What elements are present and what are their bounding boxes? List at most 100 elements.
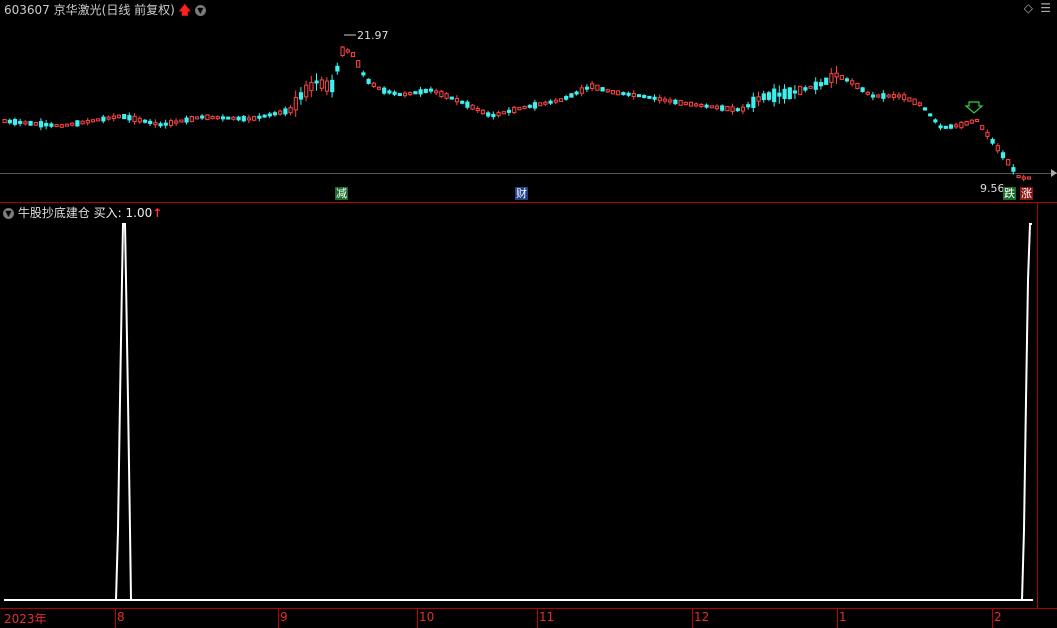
candle-body [1026,176,1032,180]
candle-body [969,119,974,124]
candle-body [314,80,319,84]
candle-body [423,88,428,93]
event-tag-limit-up[interactable]: 涨 [1020,187,1033,200]
candle-body [870,94,876,98]
candle-body [813,81,818,90]
candle-body [730,106,735,112]
candle-body [49,123,54,127]
event-tag-finance[interactable]: 财 [515,187,528,200]
candle-body [96,118,101,122]
candle-body [886,94,891,98]
candle-body [922,107,928,111]
candle-body [340,46,345,57]
candle-body [402,92,408,97]
candle-body [85,120,90,124]
x-label-aug: 8 [117,610,125,624]
event-tag-limit-down[interactable]: 跌 [1003,187,1016,200]
candle-body [309,81,314,92]
candle-body [387,90,392,94]
candle-body [678,99,683,106]
candle-body [28,120,33,126]
candle-body [194,116,200,120]
candle-body [283,108,288,115]
candle-body [200,115,205,119]
candle-body [454,98,460,103]
candle-body [335,65,340,72]
candle-body [584,86,590,90]
candle-body [215,116,220,120]
candle-body [59,124,64,128]
x-label-2023: 2023年 [4,612,47,626]
candle-body [163,122,168,126]
chevron-down-icon[interactable]: ▼ [3,208,14,219]
candle-body [616,90,621,96]
candle-body [902,94,907,101]
candle-body [33,121,38,126]
candle-body [184,117,189,123]
candle-body [844,78,850,82]
candle-body [64,123,70,127]
candle-body [980,125,985,130]
candle-body [470,104,475,110]
candle-body [246,117,252,121]
candle-body [610,90,616,95]
candle-body [673,99,678,105]
candle-body [1011,167,1016,172]
candle-body [860,87,865,93]
candle-body [688,101,694,107]
candle-body [465,101,470,108]
candle-body [356,60,361,68]
candle-body [621,92,626,96]
down-arrow-icon [964,101,984,114]
candle-body [345,49,350,53]
candle-body [137,117,142,123]
candle-body [324,80,330,92]
candle-body [517,106,522,111]
candle-body [486,112,491,117]
candle-body [959,121,964,129]
candle-body [1006,158,1011,166]
candle-body [54,124,59,128]
candle-body [933,119,938,123]
candle-body [444,93,449,99]
indicator-name[interactable]: 牛股抄底建仓 [18,206,90,220]
kline-chart[interactable]: 21.97 9.56 [0,0,1057,628]
candle-body [772,88,777,103]
candle-body [272,112,278,116]
candle-body [371,82,376,87]
candle-body [694,103,699,107]
candle-body [647,95,652,99]
candle-body [90,119,96,123]
candle-body [293,97,298,111]
candle-body [480,109,486,115]
candle-body [210,115,215,119]
x-label-feb: 2 [994,610,1002,624]
candle-body [834,72,839,78]
candle-body [964,121,969,126]
candle-body [179,119,184,123]
candle-body [257,115,262,119]
candle-body [532,102,538,109]
candle-body [751,96,756,108]
candle-body [132,115,137,123]
candle-body [579,87,584,94]
candle-body [23,121,28,125]
event-tag-reduce[interactable]: 减 [335,187,348,200]
candle-body [148,120,153,125]
candle-body [366,78,371,84]
candle-body [527,104,532,108]
candle-body [501,111,506,115]
candle-body [990,138,995,144]
candle-body [1021,176,1026,180]
candle-body [506,109,512,113]
candle-body [876,94,881,98]
candle-body [439,90,444,98]
candle-body [855,83,860,90]
candle-body [792,90,798,94]
candle-body [38,121,44,128]
candle-body [850,80,855,85]
candle-body [158,123,163,127]
candle-body [746,104,751,108]
candle-body [803,87,808,91]
candle-body [798,85,803,96]
